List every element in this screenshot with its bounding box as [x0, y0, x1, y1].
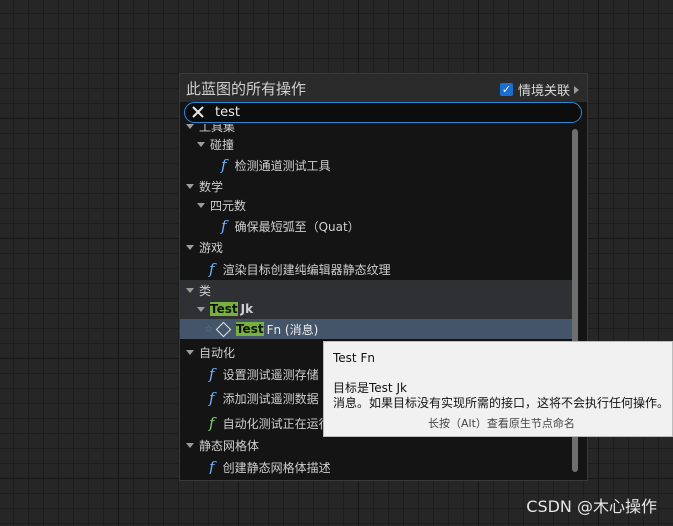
tree-label: 自动化测试正在运行 [222, 416, 331, 431]
search-box[interactable] [184, 102, 582, 123]
chevron-down-icon[interactable] [186, 124, 194, 129]
tree-label: 静态网格体 [199, 438, 260, 453]
tree-item-testfn-selected[interactable]: ☆ Test Fn (消息) [180, 319, 573, 339]
tooltip-title: Test Fn [333, 351, 375, 365]
tree-label: 游戏 [199, 240, 224, 255]
chevron-down-icon[interactable] [186, 287, 194, 293]
chevron-right-icon[interactable] [574, 85, 579, 94]
watermark: CSDN @木心操作 [526, 497, 657, 516]
tree-category-class[interactable]: 类 [180, 280, 573, 300]
chevron-down-icon[interactable] [197, 306, 205, 312]
function-icon: f [209, 458, 215, 474]
tree-category-testjk[interactable]: Test Jk [180, 299, 573, 319]
context-sensitive-label: 情境关联 [517, 84, 570, 99]
check-icon[interactable]: ✓ [499, 83, 513, 96]
tree-label: 碰撞 [210, 137, 235, 152]
tree-label: 添加测试遥测数据 [222, 391, 319, 406]
tooltip-description: 消息。如果目标没有实现所需的接口，这将不会执行任何操作。 [333, 396, 670, 410]
star-icon[interactable]: ☆ [204, 324, 213, 335]
chevron-down-icon[interactable] [197, 202, 205, 208]
search-highlight: Test [210, 302, 238, 316]
tooltip: Test Fn 目标是Test Jk 消息。如果目标没有实现所需的接口，这将不会… [323, 341, 673, 437]
tree-category-math[interactable]: 数学 [180, 176, 573, 196]
context-sensitive-toggle[interactable]: ✓ 情境关联 [499, 80, 579, 99]
pure-function-icon: f [209, 414, 215, 432]
tree-label: Fn (消息) [266, 322, 319, 337]
tree-item-static-fn[interactable]: f 创建静态网格体描述 [180, 457, 573, 474]
tree-label: 检测通道测试工具 [234, 158, 331, 173]
tree-category-static-mesh[interactable]: 静态网格体 [180, 435, 573, 455]
tree-category-game[interactable]: 游戏 [180, 237, 573, 257]
close-icon[interactable] [191, 105, 205, 119]
function-icon: f [221, 156, 227, 174]
tree-label: 数学 [199, 179, 224, 194]
panel-header: 此蓝图的所有操作 ✓ 情境关联 [180, 74, 587, 102]
search-input[interactable] [215, 103, 545, 121]
tree-label: 创建静态网格体描述 [222, 460, 331, 475]
chevron-down-icon[interactable] [186, 349, 194, 355]
function-icon: f [209, 365, 215, 383]
tree-label: 确保最短弧至（Quat） [234, 219, 360, 234]
tree-label: 四元数 [210, 198, 247, 213]
tree-label: 类 [199, 283, 212, 298]
search-highlight: Test [235, 322, 264, 336]
chevron-down-icon[interactable] [186, 183, 194, 189]
function-icon: f [221, 217, 227, 235]
chevron-down-icon[interactable] [186, 442, 194, 448]
tree-item-quat-fn[interactable]: f 确保最短弧至（Quat） [180, 216, 573, 236]
tree-item-game-fn[interactable]: f 渲染目标创建纯编辑器静态纹理 [180, 259, 573, 279]
function-icon: f [209, 389, 215, 407]
tree-category-collision[interactable]: 碰撞 [180, 134, 573, 154]
tree-label: Jk [240, 302, 254, 316]
tree-label: 自动化 [199, 345, 236, 360]
function-icon: f [209, 260, 215, 278]
tree-label: 设置测试遥测存储 [222, 367, 319, 382]
tree-category-quaternion[interactable]: 四元数 [180, 195, 573, 215]
tree-label: 渲染目标创建纯编辑器静态纹理 [222, 262, 391, 277]
tree-label: 工具集 [199, 124, 236, 134]
chevron-down-icon[interactable] [197, 141, 205, 147]
tooltip-hint: 长按（Alt）查看原生节点命名 [428, 417, 575, 430]
tree-item-collision-fn[interactable]: f 检测通道测试工具 [180, 155, 573, 175]
chevron-down-icon[interactable] [186, 244, 194, 250]
panel-title: 此蓝图的所有操作 [186, 80, 307, 98]
event-diamond-icon [215, 321, 232, 337]
